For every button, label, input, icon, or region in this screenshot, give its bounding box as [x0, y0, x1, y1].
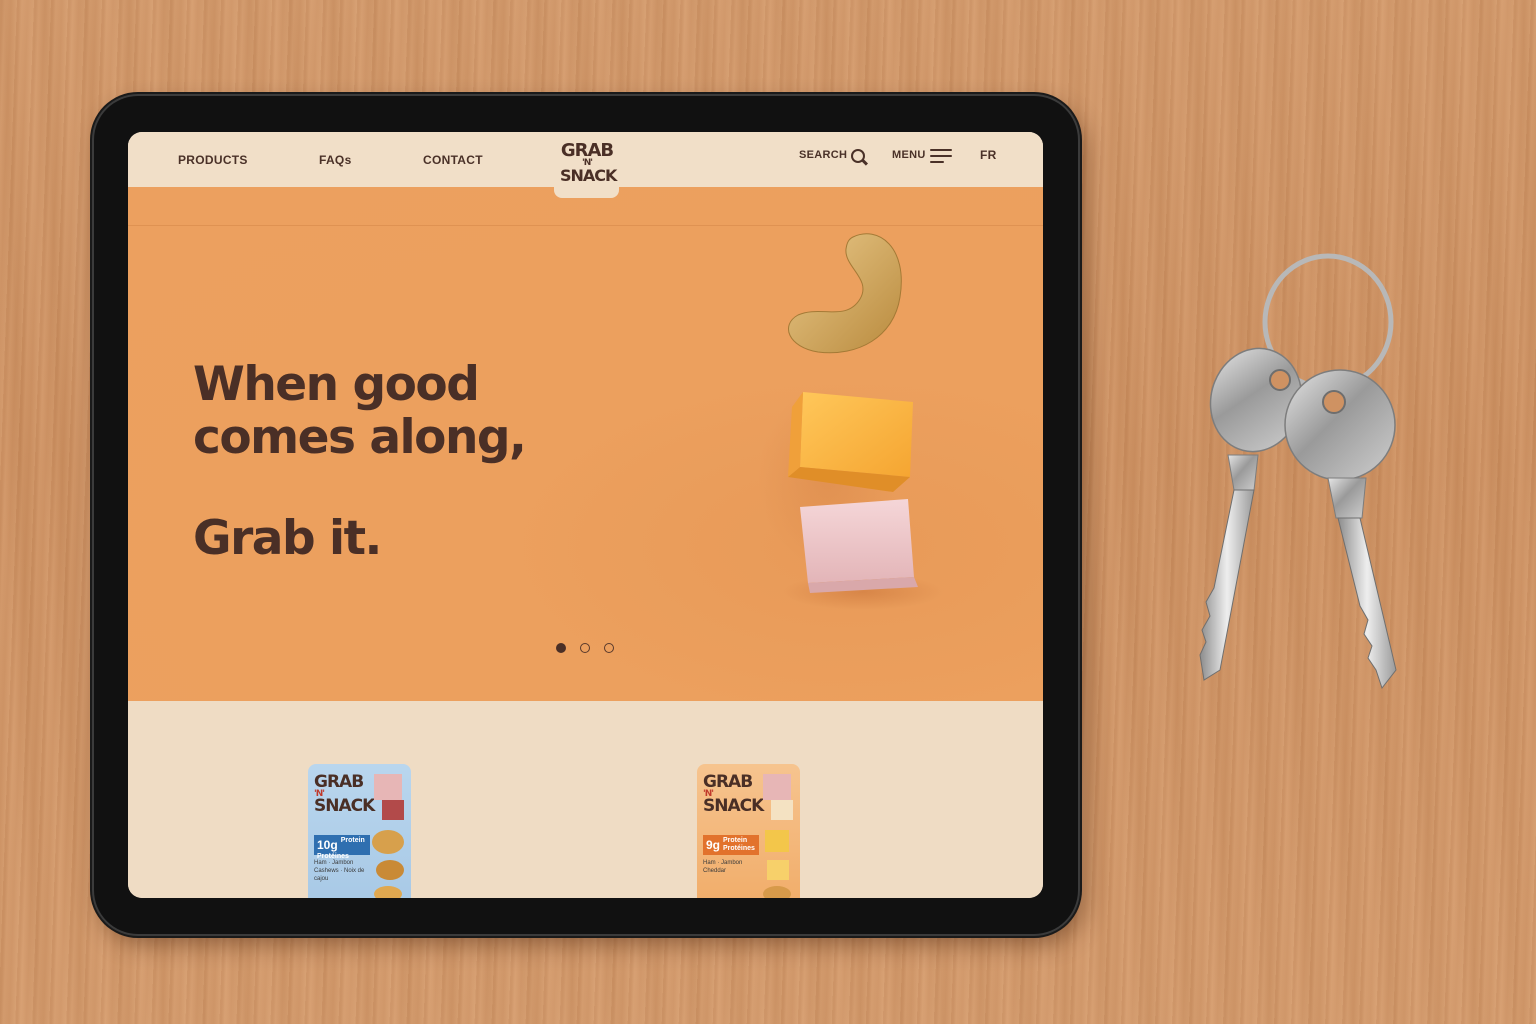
protein-badge: 9g Protein Protéines — [703, 835, 759, 855]
search-label[interactable]: SEARCH — [799, 149, 847, 161]
headline-line-2: comes along, — [193, 410, 527, 465]
hero-banner: When good comes along, Grab it. — [128, 187, 1043, 701]
protein-value: 10g — [317, 838, 338, 852]
nav-faqs-link[interactable]: FAQs — [319, 153, 352, 167]
tablet-screen: PRODUCTS FAQs CONTACT SEARCH MENU FR GRA… — [128, 132, 1043, 898]
pack-logo: GRAB 'N' SNACK — [314, 772, 375, 816]
hero-tagline: Grab it. — [193, 511, 382, 566]
ham-cube — [800, 499, 918, 593]
keys-on-ring — [1199, 253, 1397, 690]
logo-wordmark: GRAB 'N' SNACK — [560, 140, 617, 185]
pack-logo-line-1: GRAB — [314, 772, 364, 792]
pack-food-image — [763, 774, 793, 898]
protein-label: Protein Protéines — [723, 837, 755, 852]
protein-value: 9g — [706, 838, 721, 852]
menu-label[interactable]: MENU — [892, 149, 926, 161]
carousel-dot-2[interactable] — [580, 643, 590, 653]
pack-logo-line-1: GRAB — [703, 772, 753, 792]
carousel-dot-3[interactable] — [604, 643, 614, 653]
products-section: GRAB 'N' SNACK 10g Protein Protéines Ham… — [128, 701, 1043, 898]
carousel-dot-1[interactable] — [556, 643, 566, 653]
headline-line-1: When good — [193, 357, 480, 412]
logo-line-3: SNACK — [560, 166, 617, 185]
logo-line-1: GRAB — [560, 140, 614, 161]
protein-badge: 10g Protein Protéines — [314, 835, 370, 860]
product-card-ham-cheddar[interactable]: GRAB 'N' SNACK 9g Protein Protéines Ham … — [697, 764, 800, 898]
pack-flavor: Ham · Jambon Cheddar — [703, 860, 743, 874]
nav-contact-link[interactable]: CONTACT — [423, 153, 483, 167]
product-card-ham-cashews[interactable]: GRAB 'N' SNACK 10g Protein Protéines Ham… — [308, 764, 411, 898]
hero-divider — [128, 225, 1043, 226]
cashew-piece — [788, 233, 902, 354]
hero-headline: When good comes along, — [193, 357, 527, 465]
pack-flavor: Ham · Jambon Cashews · Noix de cajou — [314, 860, 365, 882]
pack-food-image — [372, 774, 404, 898]
pack-logo-line-3: SNACK — [314, 796, 375, 816]
language-toggle-fr[interactable]: FR — [980, 148, 997, 162]
hamburger-menu-icon[interactable] — [930, 149, 952, 163]
search-icon[interactable] — [851, 149, 865, 163]
cheddar-cube — [788, 392, 913, 492]
left-key — [1199, 347, 1303, 681]
right-key — [1284, 369, 1397, 690]
nav-products-link[interactable]: PRODUCTS — [178, 153, 248, 167]
floating-snacks-image — [758, 233, 943, 610]
pack-logo: GRAB 'N' SNACK — [703, 772, 764, 816]
brand-logo[interactable]: GRAB 'N' SNACK — [554, 132, 619, 198]
pack-logo-line-3: SNACK — [703, 796, 764, 816]
